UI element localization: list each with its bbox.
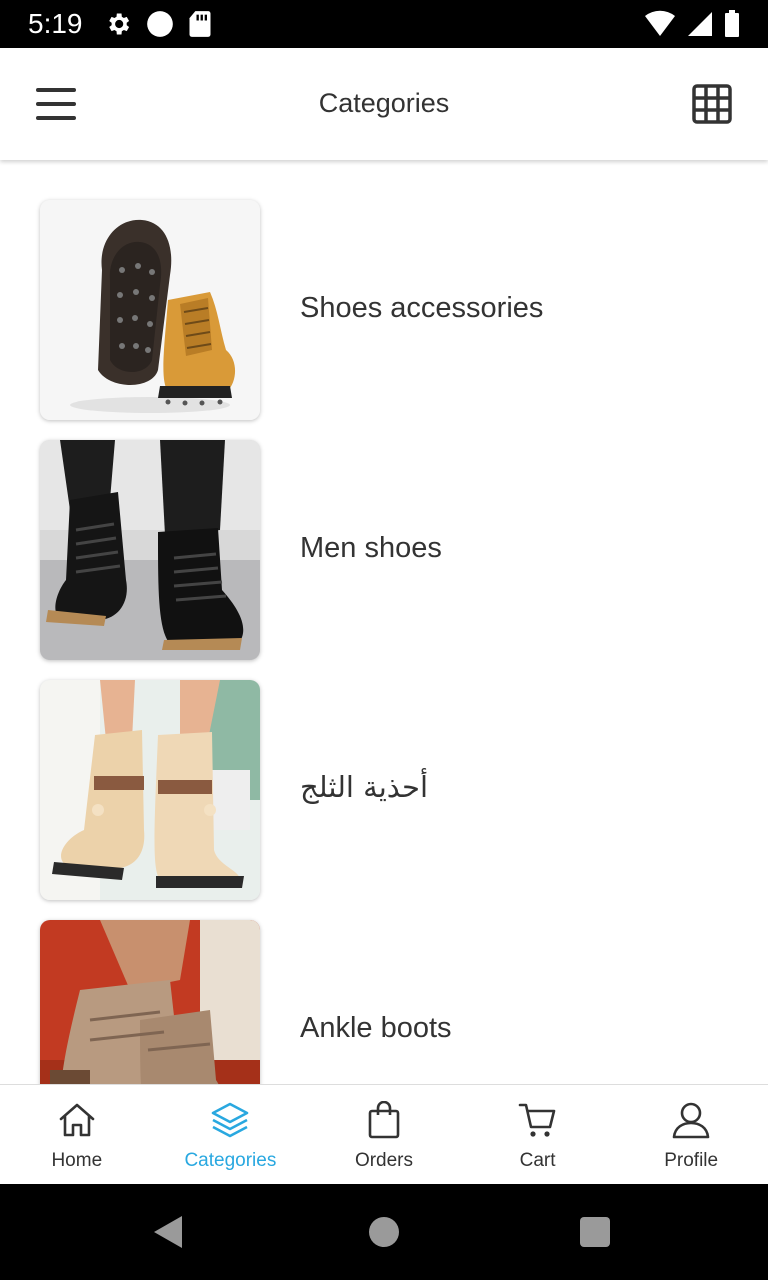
- category-item-ankle-boots[interactable]: Ankle boots: [0, 920, 768, 1084]
- user-icon: [671, 1101, 711, 1144]
- shopping-bag-icon: [364, 1100, 404, 1144]
- home-icon: [57, 1101, 97, 1144]
- nav-label: Categories: [184, 1150, 277, 1171]
- category-item-snow-boots[interactable]: أحذية الثلج: [0, 680, 768, 900]
- recent-apps-icon[interactable]: [580, 1217, 610, 1247]
- category-label: Men shoes: [300, 532, 442, 564]
- black-chelsea-boots-image: [40, 440, 260, 660]
- fur-snow-boots-image: [40, 680, 260, 900]
- nav-label: Orders: [354, 1150, 414, 1171]
- nav-label: Profile: [664, 1150, 719, 1171]
- layers-icon: [210, 1101, 250, 1144]
- wifi-icon: [644, 10, 676, 43]
- tan-ankle-boots-image: [40, 920, 260, 1084]
- signal-icon: [686, 10, 714, 43]
- nav-item-orders[interactable]: Orders: [307, 1085, 461, 1185]
- circle-icon: [146, 10, 174, 43]
- cart-icon: [518, 1101, 558, 1144]
- menu-icon[interactable]: [26, 78, 86, 130]
- app-bar: Categories: [0, 48, 768, 160]
- category-item-men-shoes[interactable]: Men shoes: [0, 440, 768, 660]
- nav-item-home[interactable]: Home: [0, 1085, 154, 1185]
- nav-label: Home: [51, 1150, 103, 1171]
- status-bar: 5:19: [0, 0, 768, 48]
- category-list: Shoes accessories Men shoes أحذية الثلج …: [0, 160, 768, 1084]
- system-navigation-bar: [0, 1184, 768, 1280]
- nav-item-categories[interactable]: Categories: [154, 1085, 308, 1185]
- page-title: Categories: [318, 88, 450, 118]
- nav-item-cart[interactable]: Cart: [461, 1085, 615, 1185]
- shoe-ice-cleats-image: [40, 200, 260, 420]
- category-label: Ankle boots: [300, 1012, 452, 1044]
- gear-icon: [104, 10, 132, 43]
- bottom-navigation: Home Categories Orders Cart Profile: [0, 1084, 768, 1184]
- back-icon[interactable]: [150, 1214, 186, 1255]
- status-time: 5:19: [28, 8, 83, 39]
- status-icons-right: [644, 10, 740, 43]
- home-circle-icon[interactable]: [369, 1217, 399, 1247]
- nav-item-profile[interactable]: Profile: [614, 1085, 768, 1185]
- sd-card-icon: [188, 10, 212, 43]
- category-label: أحذية الثلج: [300, 770, 429, 804]
- status-icons-left: [104, 10, 212, 43]
- nav-label: Cart: [519, 1150, 556, 1171]
- category-item-shoes-accessories[interactable]: Shoes accessories: [0, 200, 768, 420]
- battery-icon: [724, 10, 740, 43]
- grid-view-icon[interactable]: [686, 78, 738, 130]
- category-label: Shoes accessories: [300, 292, 544, 324]
